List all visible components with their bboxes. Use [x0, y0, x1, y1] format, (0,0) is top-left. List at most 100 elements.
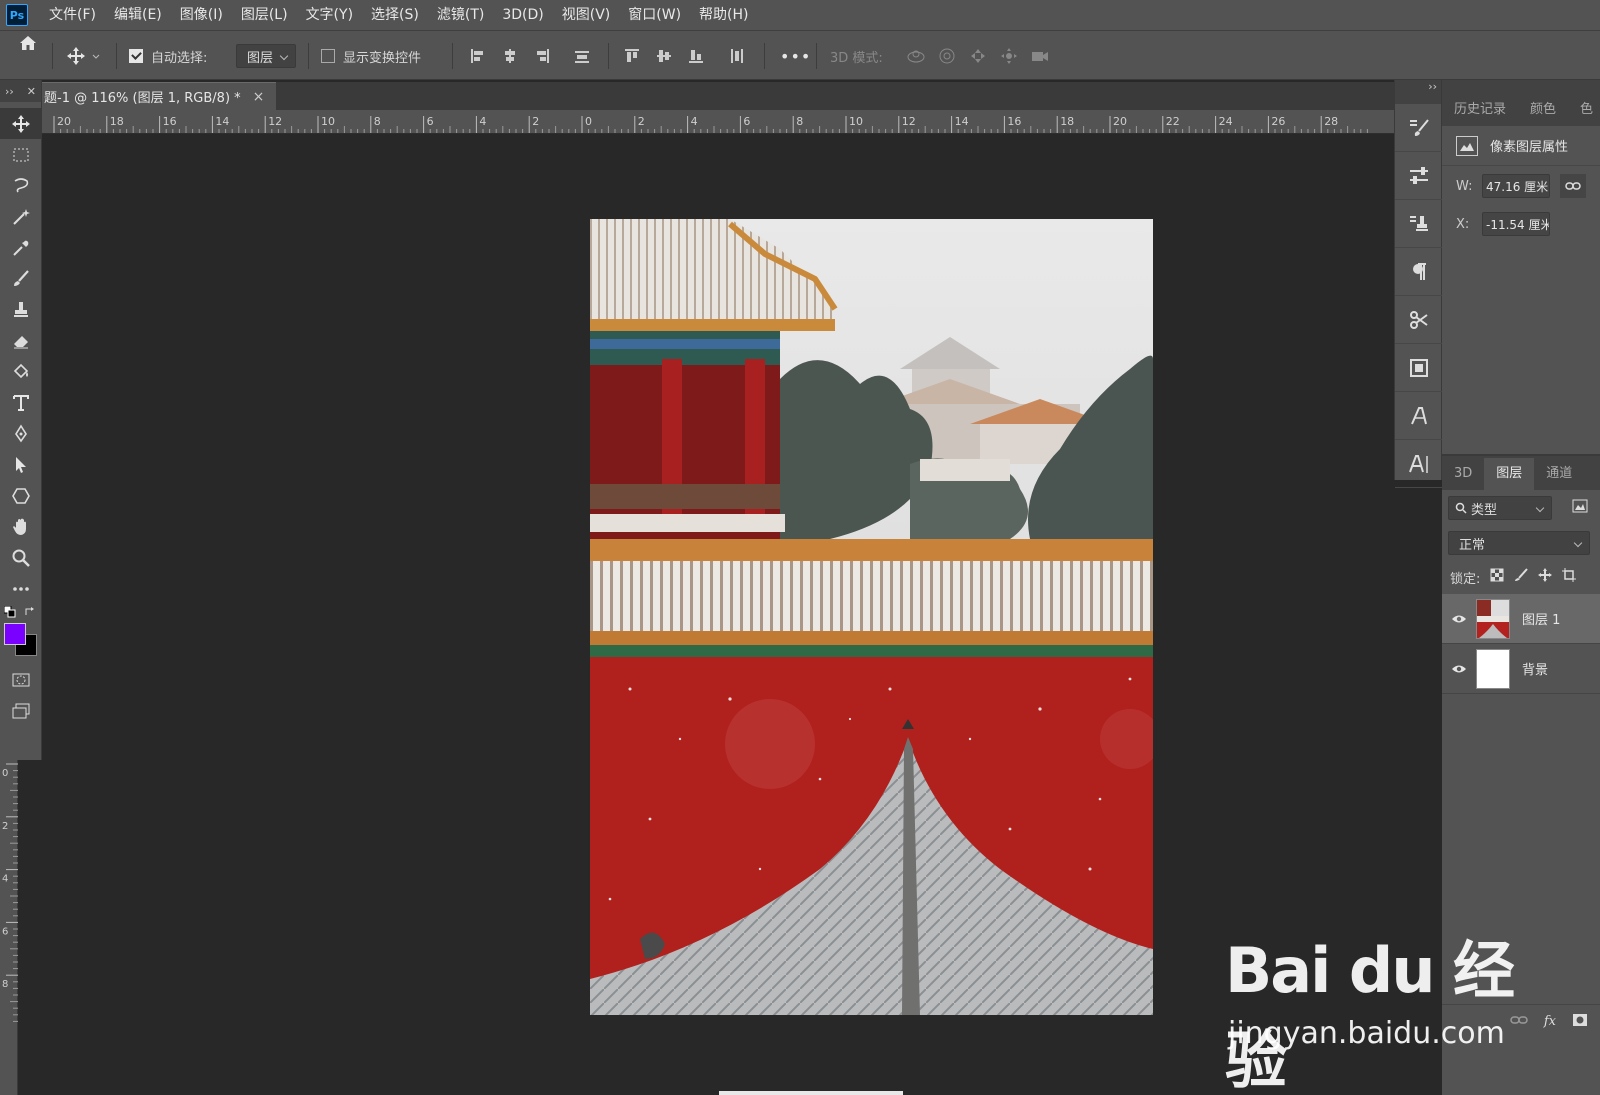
3d-pan-icon[interactable] — [966, 44, 990, 68]
ruler-label: 10 — [849, 115, 863, 128]
distribute-icon[interactable] — [570, 44, 594, 68]
visibility-eye-icon[interactable] — [1442, 614, 1476, 624]
stamp-tool[interactable] — [0, 294, 42, 325]
menu-layer[interactable]: 图层(L) — [232, 0, 297, 30]
scroll-indicator — [719, 1091, 903, 1095]
align-vcenter-icon[interactable] — [652, 44, 676, 68]
character-icon[interactable] — [1395, 392, 1443, 440]
navigator-icon[interactable] — [1395, 344, 1443, 392]
photoshop-logo: Ps — [6, 4, 28, 26]
menu-select[interactable]: 选择(S) — [362, 0, 428, 30]
3d-slide-icon[interactable] — [997, 44, 1021, 68]
x-position-field[interactable]: -11.54 厘米 — [1482, 212, 1550, 236]
tab-swatches[interactable]: 色 — [1568, 94, 1593, 126]
layer-filter-dropdown[interactable]: 类型 — [1448, 496, 1552, 520]
lock-position-icon[interactable] — [1538, 568, 1553, 586]
tool-presets-icon[interactable] — [1395, 296, 1443, 344]
move-tool[interactable] — [0, 108, 42, 139]
brush-tool[interactable] — [0, 263, 42, 294]
3d-roll-icon[interactable] — [935, 44, 959, 68]
show-transform-checkbox[interactable] — [321, 49, 335, 63]
pen-tool[interactable] — [0, 418, 42, 449]
more-tools-icon[interactable] — [0, 573, 42, 604]
3d-orbit-icon[interactable] — [904, 44, 928, 68]
lock-artboard-icon[interactable] — [1562, 568, 1577, 586]
blend-mode-dropdown[interactable]: 正常 — [1448, 531, 1590, 555]
auto-select-target-dropdown[interactable]: 图层 — [236, 44, 297, 68]
menu-help[interactable]: 帮助(H) — [690, 0, 757, 30]
brush-settings-icon[interactable] — [1395, 104, 1443, 152]
align-bottom-icon[interactable] — [684, 44, 708, 68]
menu-type[interactable]: 文字(Y) — [297, 0, 362, 30]
collapse-dock-button[interactable]: ›› — [1428, 80, 1437, 104]
menu-edit[interactable]: 编辑(E) — [105, 0, 171, 30]
menu-file[interactable]: 文件(F) — [40, 0, 105, 30]
align-top-icon[interactable] — [620, 44, 644, 68]
menu-window[interactable]: 窗口(W) — [619, 0, 690, 30]
auto-select-checkbox[interactable] — [129, 49, 143, 63]
align-hcenter-icon[interactable] — [498, 44, 522, 68]
tab-color[interactable]: 颜色 — [1518, 94, 1568, 126]
document-image[interactable] — [590, 219, 1153, 1015]
layer-row[interactable]: 图层 1 — [1442, 594, 1600, 644]
clone-source-icon[interactable] — [1395, 200, 1443, 248]
link-dimensions-icon[interactable] — [1560, 174, 1586, 198]
ruler-label: 20 — [57, 115, 71, 128]
hand-tool[interactable] — [0, 511, 42, 542]
document-tab[interactable]: 题-1 @ 116% (图层 1, RGB/8) * × — [42, 82, 276, 110]
more-options-button[interactable]: ••• — [780, 31, 811, 81]
close-tools-button[interactable]: ✕ — [27, 85, 36, 98]
menu-image[interactable]: 图像(I) — [171, 0, 232, 30]
options-bar: 自动选择: 图层 显示变换控件 ••• 3D 模式: — [0, 30, 1600, 80]
magic-wand-tool[interactable] — [0, 201, 42, 232]
default-colors-icon[interactable] — [3, 605, 16, 622]
menu-filter[interactable]: 滤镜(T) — [428, 0, 493, 30]
tab-history[interactable]: 历史记录 — [1442, 94, 1518, 126]
quick-mask-icon[interactable] — [0, 664, 42, 695]
align-left-icon[interactable] — [466, 44, 490, 68]
document-tab-title: 题-1 @ 116% (图层 1, RGB/8) * — [44, 91, 241, 106]
align-right-icon[interactable] — [530, 44, 554, 68]
ruler-label: 12 — [268, 115, 282, 128]
tab-layers[interactable]: 图层 — [1484, 458, 1535, 490]
zoom-tool[interactable] — [0, 542, 42, 573]
lock-transparent-icon[interactable] — [1490, 568, 1504, 586]
foreground-color-swatch[interactable] — [4, 623, 26, 645]
menu-view[interactable]: 视图(V) — [553, 0, 620, 30]
lasso-tool[interactable] — [0, 170, 42, 201]
3d-camera-icon[interactable] — [1028, 44, 1052, 68]
screen-mode-icon[interactable] — [0, 695, 42, 726]
filter-pixel-icon[interactable] — [1572, 499, 1588, 517]
ruler-label: 0 — [585, 115, 592, 128]
eyedropper-tool[interactable] — [0, 232, 42, 263]
home-icon[interactable] — [16, 31, 40, 55]
layer-row[interactable]: 背景 — [1442, 644, 1600, 694]
width-field[interactable]: 47.16 厘米 — [1482, 174, 1550, 198]
marquee-tool[interactable] — [0, 139, 42, 170]
link-icon[interactable] — [1510, 1014, 1528, 1029]
layer-filter-value: 类型 — [1471, 502, 1498, 518]
distribute-vertical-icon[interactable] — [724, 44, 748, 68]
tab-channels[interactable]: 通道 — [1534, 458, 1584, 490]
paint-bucket-tool[interactable] — [0, 356, 42, 387]
move-tool-preset-icon[interactable] — [66, 31, 100, 81]
character-style-icon[interactable] — [1395, 440, 1443, 488]
ruler-label: 4 — [479, 115, 486, 128]
mask-icon[interactable] — [1572, 1013, 1588, 1031]
close-document-button[interactable]: × — [253, 89, 265, 105]
shape-tool[interactable] — [0, 480, 42, 511]
tab-3d[interactable]: 3D — [1442, 458, 1484, 490]
type-tool[interactable] — [0, 387, 42, 418]
menu-3d[interactable]: 3D(D) — [493, 0, 552, 30]
eraser-tool[interactable] — [0, 325, 42, 356]
path-selection-tool[interactable] — [0, 449, 42, 480]
swap-colors-icon[interactable] — [24, 606, 36, 622]
paragraph-icon[interactable] — [1395, 248, 1443, 296]
visibility-eye-icon[interactable] — [1442, 664, 1476, 674]
layer-name: 背景 — [1522, 663, 1549, 678]
collapse-tools-button[interactable]: ›› — [5, 85, 14, 98]
lock-pixels-icon[interactable] — [1514, 568, 1529, 586]
canvas-area[interactable] — [42, 134, 1394, 1095]
adjustments-icon[interactable] — [1395, 152, 1443, 200]
fx-icon[interactable]: fx — [1544, 1014, 1556, 1029]
